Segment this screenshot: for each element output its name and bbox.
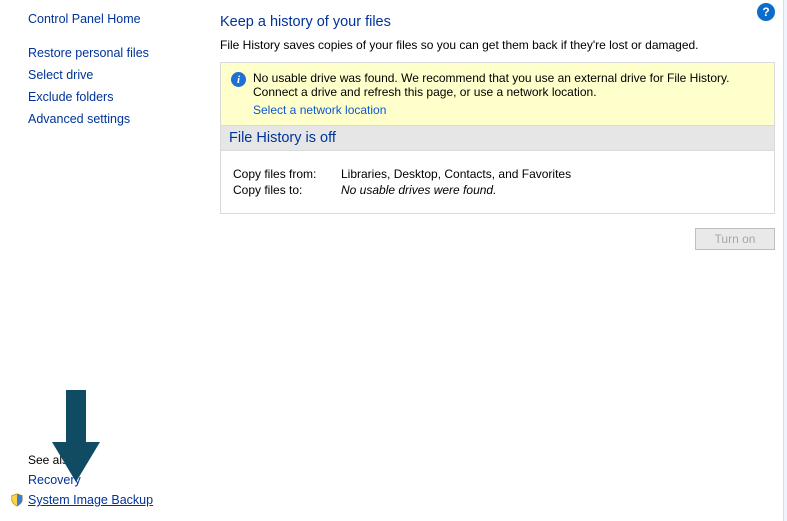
help-icon[interactable]: ? bbox=[757, 3, 775, 21]
page-title: Keep a history of your files bbox=[220, 14, 775, 30]
sidebar: Control Panel Home Restore personal file… bbox=[0, 0, 210, 521]
advanced-settings-link[interactable]: Advanced settings bbox=[28, 112, 210, 126]
page-subtitle: File History saves copies of your files … bbox=[220, 38, 775, 52]
details-panel: Copy files from: Libraries, Desktop, Con… bbox=[220, 151, 775, 214]
info-icon: i bbox=[231, 72, 246, 87]
copy-from-value: Libraries, Desktop, Contacts, and Favori… bbox=[341, 167, 571, 181]
restore-personal-files-link[interactable]: Restore personal files bbox=[28, 46, 210, 60]
shield-icon bbox=[10, 493, 24, 507]
scrollbar-track[interactable] bbox=[783, 0, 787, 521]
status-text: File History is off bbox=[229, 130, 336, 146]
copy-to-value: No usable drives were found. bbox=[341, 183, 496, 197]
warning-text: No usable drive was found. We recommend … bbox=[253, 71, 764, 99]
system-image-backup-link[interactable]: System Image Backup bbox=[28, 493, 153, 507]
select-network-location-link[interactable]: Select a network location bbox=[253, 103, 386, 117]
select-drive-link[interactable]: Select drive bbox=[28, 68, 210, 82]
recovery-link[interactable]: Recovery bbox=[28, 473, 210, 487]
see-also-heading: See also bbox=[28, 453, 210, 467]
control-panel-home-link[interactable]: Control Panel Home bbox=[28, 12, 210, 26]
copy-from-label: Copy files from: bbox=[233, 167, 341, 181]
status-bar: File History is off bbox=[220, 126, 775, 151]
warning-panel: i No usable drive was found. We recommen… bbox=[220, 62, 775, 126]
exclude-folders-link[interactable]: Exclude folders bbox=[28, 90, 210, 104]
main-content: ? Keep a history of your files File Hist… bbox=[210, 0, 787, 521]
turn-on-button: Turn on bbox=[695, 228, 775, 250]
copy-to-label: Copy files to: bbox=[233, 183, 341, 197]
